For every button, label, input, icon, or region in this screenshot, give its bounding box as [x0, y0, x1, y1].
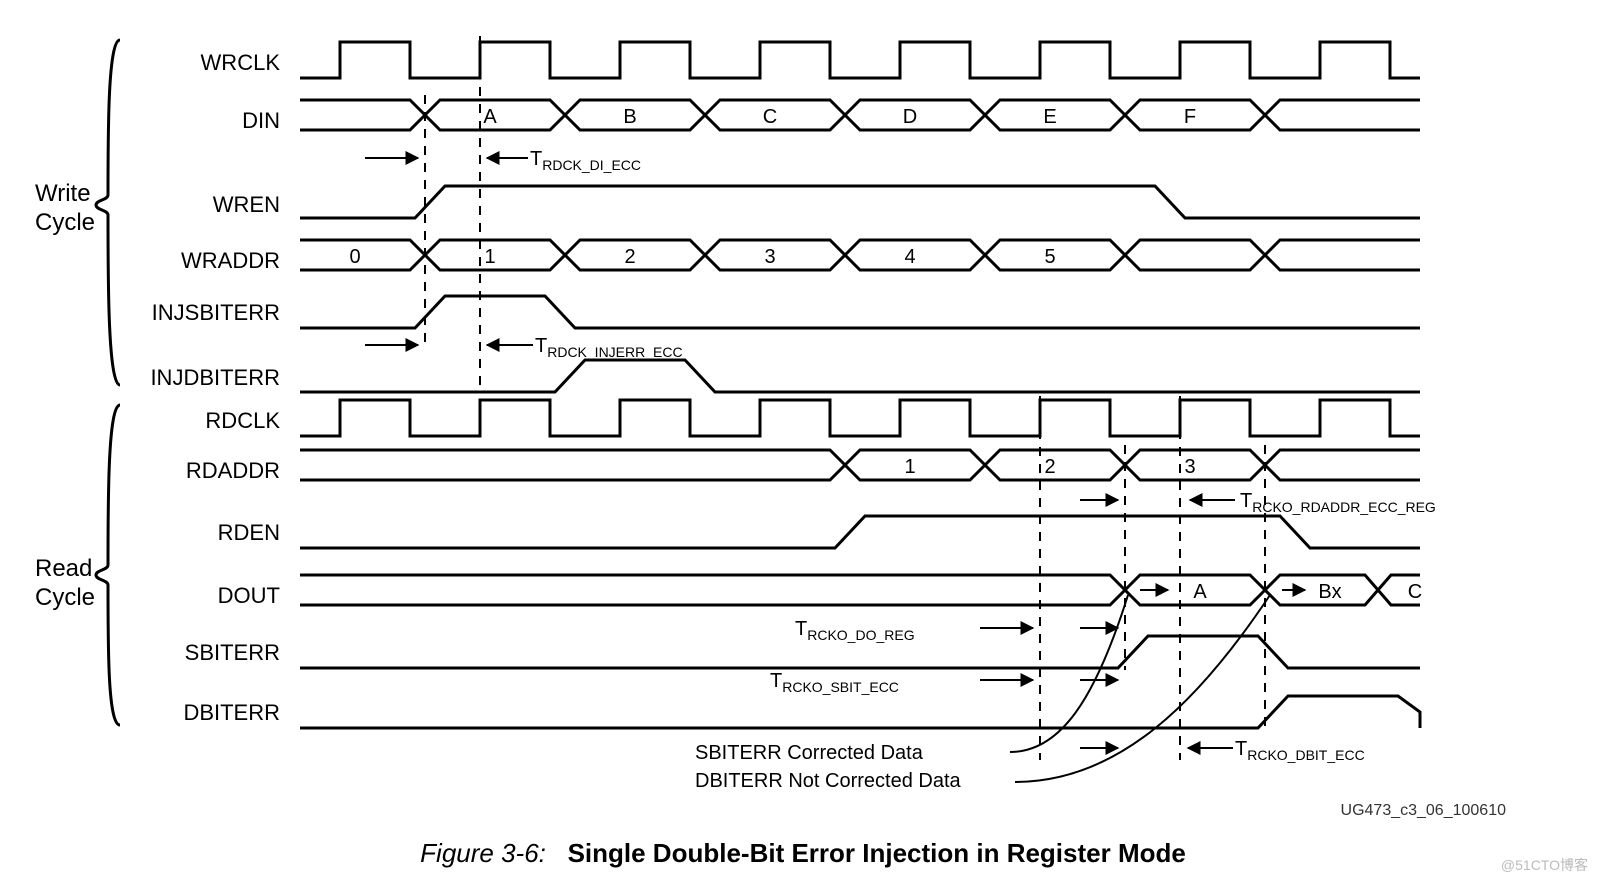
dashed-refs: [425, 36, 1265, 760]
dbiterr-wave: [300, 696, 1420, 728]
note-pointers: [1010, 590, 1305, 782]
waveform-svg: [0, 0, 1606, 878]
sbiterr-wave: [300, 636, 1420, 668]
din-wave: [300, 100, 1420, 130]
rdaddr-wave: [300, 450, 1420, 480]
injsbiterr-wave: [300, 296, 1420, 328]
injdbiterr-wave: [300, 360, 1420, 392]
wrclk-wave: [300, 42, 1420, 78]
wraddr-wave: [300, 240, 1420, 270]
timing-diagram: { "figure": { "label": "Figure 3-6:", "t…: [0, 0, 1606, 878]
rdclk-wave: [300, 400, 1420, 436]
dout-wave: [300, 575, 1420, 605]
wren-wave: [300, 186, 1420, 218]
rden-wave: [300, 516, 1420, 548]
